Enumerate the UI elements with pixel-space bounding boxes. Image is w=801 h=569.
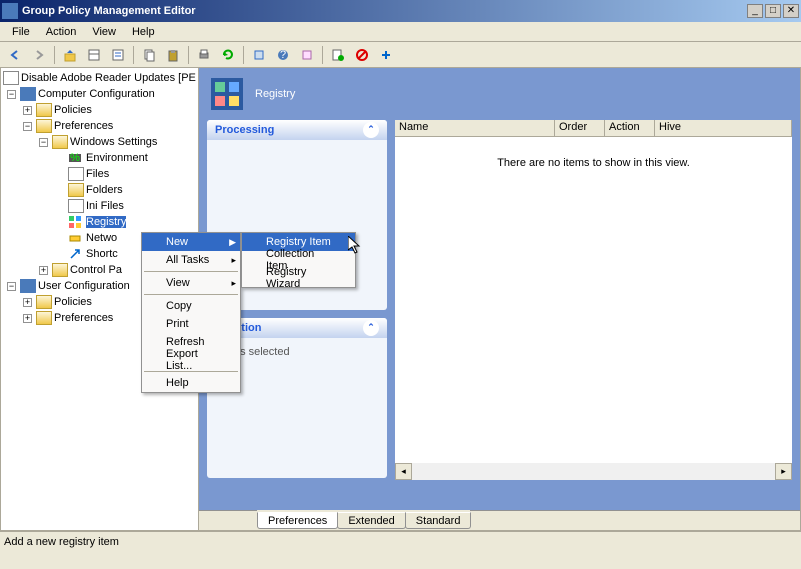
- tree-ini[interactable]: Ini Files: [3, 198, 196, 214]
- menu-help[interactable]: Help: [124, 24, 163, 40]
- print-button[interactable]: [193, 44, 215, 66]
- tab-standard[interactable]: Standard: [405, 512, 472, 529]
- window-title: Group Policy Management Editor: [22, 5, 747, 17]
- minimize-button[interactable]: _: [747, 4, 763, 18]
- paste-button[interactable]: [162, 44, 184, 66]
- col-action[interactable]: Action: [605, 120, 655, 136]
- show-button[interactable]: [83, 44, 105, 66]
- details-button[interactable]: [107, 44, 129, 66]
- list-body[interactable]: There are no items to show in this view.: [395, 137, 792, 463]
- tab-preferences[interactable]: Preferences: [257, 512, 338, 529]
- context-menu: New▶ All Tasks▸ View▸ Copy Print Refresh…: [141, 232, 241, 393]
- processing-title: Processing: [215, 124, 274, 136]
- ctx-new[interactable]: New▶: [142, 233, 240, 251]
- status-text: Add a new registry item: [4, 536, 119, 548]
- main-area: Disable Adobe Reader Updates [PE −Comput…: [0, 68, 801, 531]
- content-pane: Registry Processing⌃ scription⌃ olicies …: [199, 68, 801, 531]
- collapse-description[interactable]: ⌃: [363, 320, 379, 336]
- files-icon: [68, 167, 84, 181]
- stop-button[interactable]: [351, 44, 373, 66]
- tree-environment[interactable]: %Environment: [3, 150, 196, 166]
- tree-root[interactable]: Disable Adobe Reader Updates [PE: [3, 70, 196, 86]
- maximize-button[interactable]: □: [765, 4, 781, 18]
- content-title: Registry: [255, 88, 295, 100]
- scroll-right[interactable]: ▸: [775, 463, 792, 480]
- ini-icon: [68, 199, 84, 213]
- up-button[interactable]: [59, 44, 81, 66]
- add-button[interactable]: [375, 44, 397, 66]
- environment-icon: %: [68, 151, 84, 165]
- registry-icon: [68, 215, 84, 229]
- tab-extended[interactable]: Extended: [337, 512, 405, 529]
- tree-files[interactable]: Files: [3, 166, 196, 182]
- ctx-help[interactable]: Help: [142, 374, 240, 392]
- tree-preferences[interactable]: −Preferences: [3, 118, 196, 134]
- app-icon: [2, 3, 18, 19]
- ctx-view[interactable]: View▸: [142, 274, 240, 292]
- menu-view[interactable]: View: [84, 24, 124, 40]
- context-submenu-new: Registry Item Collection Item Registry W…: [241, 232, 356, 288]
- list-panel: Name Order Action Hive There are no item…: [395, 120, 792, 480]
- ctx-alltasks[interactable]: All Tasks▸: [142, 251, 240, 269]
- panels-area: Processing⌃ scription⌃ olicies selected …: [199, 120, 800, 480]
- menu-file[interactable]: File: [4, 24, 38, 40]
- bottom-tabs: Preferences Extended Standard: [199, 510, 800, 530]
- toolbar: ?: [0, 42, 801, 68]
- tree-registry[interactable]: Registry: [3, 214, 196, 230]
- tool-c[interactable]: [327, 44, 349, 66]
- tree-policies[interactable]: +Policies: [3, 102, 196, 118]
- folders-icon: [68, 183, 84, 197]
- col-hive[interactable]: Hive: [655, 120, 792, 136]
- empty-message: There are no items to show in this view.: [497, 157, 690, 169]
- col-order[interactable]: Order: [555, 120, 605, 136]
- statusbar: Add a new registry item: [0, 531, 801, 551]
- menubar: File Action View Help: [0, 22, 801, 42]
- tool-b[interactable]: [296, 44, 318, 66]
- refresh-button[interactable]: [217, 44, 239, 66]
- tree-folders[interactable]: Folders: [3, 182, 196, 198]
- list-header: Name Order Action Hive: [395, 120, 792, 137]
- col-name[interactable]: Name: [395, 120, 555, 136]
- collapse-processing[interactable]: ⌃: [363, 122, 379, 138]
- shortcuts-icon: [68, 247, 84, 261]
- svg-text:%: %: [70, 152, 80, 164]
- tool-a[interactable]: [248, 44, 270, 66]
- ctx-copy[interactable]: Copy: [142, 297, 240, 315]
- tree-comp-cfg[interactable]: −Computer Configuration: [3, 86, 196, 102]
- ctx-registry-wizard[interactable]: Registry Wizard: [242, 269, 355, 287]
- content-header: Registry: [199, 68, 800, 120]
- network-icon: [68, 231, 84, 245]
- ctx-export[interactable]: Export List...: [142, 351, 240, 369]
- horizontal-scrollbar[interactable]: ◂ ▸: [395, 463, 792, 480]
- svg-text:?: ?: [280, 49, 286, 61]
- titlebar: Group Policy Management Editor _ □ ✕: [0, 0, 801, 22]
- menu-action[interactable]: Action: [38, 24, 85, 40]
- close-button[interactable]: ✕: [783, 4, 799, 18]
- registry-header-icon: [211, 78, 243, 110]
- ctx-print[interactable]: Print: [142, 315, 240, 333]
- help-button[interactable]: ?: [272, 44, 294, 66]
- copy-button[interactable]: [138, 44, 160, 66]
- back-button[interactable]: [4, 44, 26, 66]
- tree-win-settings[interactable]: −Windows Settings: [3, 134, 196, 150]
- scroll-left[interactable]: ◂: [395, 463, 412, 480]
- forward-button[interactable]: [28, 44, 50, 66]
